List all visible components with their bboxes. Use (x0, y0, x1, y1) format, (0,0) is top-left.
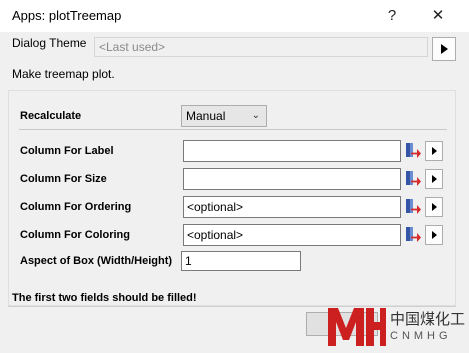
window-title: Apps: plotTreemap (12, 8, 122, 23)
column-ordering-label: Column For Ordering (20, 201, 132, 213)
divider (19, 129, 447, 130)
column-size-menu-button[interactable] (425, 169, 443, 189)
aspect-label: Aspect of Box (Width/Height) (20, 255, 173, 267)
recalculate-label: Recalculate (20, 110, 82, 122)
column-coloring-label: Column For Coloring (20, 229, 130, 241)
recalculate-select[interactable]: Manual ⌄ (181, 105, 267, 127)
column-picker-icon[interactable] (403, 169, 423, 189)
column-label-menu-button[interactable] (425, 141, 443, 161)
column-coloring-input[interactable]: <optional> (183, 224, 401, 246)
column-label-label: Column For Label (20, 145, 114, 157)
dialog-theme-label: Dialog Theme (12, 36, 87, 50)
watermark-logo-icon (328, 308, 386, 346)
chevron-down-icon: ⌄ (251, 110, 260, 121)
recalculate-value: Manual (186, 109, 226, 123)
watermark-latin-text: CNMHG (390, 330, 452, 342)
column-ordering-menu-button[interactable] (425, 197, 443, 217)
status-message: The first two fields should be filled! (12, 292, 197, 304)
dialog-description: Make treemap plot. (12, 67, 115, 81)
title-bar: Apps: plotTreemap ? ✕ (0, 0, 469, 32)
column-picker-icon[interactable] (403, 197, 423, 217)
watermark: 中国煤化工 CNMHG (322, 272, 469, 353)
column-picker-icon[interactable] (403, 141, 423, 161)
aspect-input[interactable]: 1 (181, 251, 301, 271)
column-ordering-input[interactable]: <optional> (183, 196, 401, 218)
column-size-label: Column For Size (20, 173, 107, 185)
column-size-input[interactable] (183, 168, 401, 190)
help-button[interactable]: ? (380, 5, 404, 27)
column-picker-icon[interactable] (403, 225, 423, 245)
column-label-input[interactable] (183, 140, 401, 162)
column-coloring-menu-button[interactable] (425, 225, 443, 245)
dialog-theme-input[interactable]: <Last used> (94, 37, 428, 57)
watermark-chinese-text: 中国煤化工 (390, 311, 466, 328)
close-button[interactable]: ✕ (426, 5, 450, 27)
dialog-theme-menu-button[interactable] (432, 37, 456, 61)
